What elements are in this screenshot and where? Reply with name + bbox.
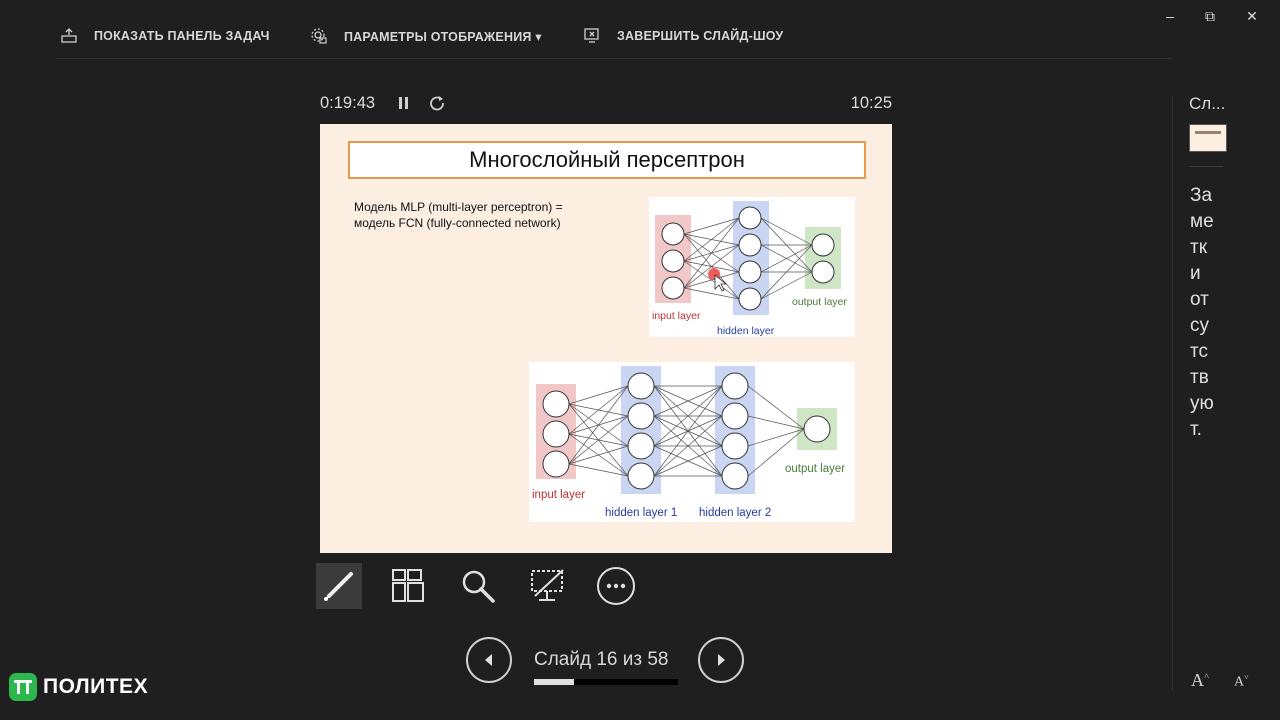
next-slide-thumbnail[interactable] — [1189, 124, 1227, 152]
network-node — [661, 249, 685, 273]
network-edge — [568, 385, 629, 405]
mlp-diagram-two-hidden: input layer hidden layer 1 hidden layer … — [529, 362, 855, 522]
screen-off-icon — [531, 569, 564, 601]
decrease-font-label: A — [1234, 674, 1245, 690]
slide-body: Модель MLP (multi-layer perceptron) = мо… — [354, 199, 604, 231]
show-taskbar-button[interactable]: ПОКАЗАТЬ ПАНЕЛЬ ЗАДАЧ — [60, 20, 270, 52]
network-node — [721, 402, 749, 430]
current-slide: Многослойный персептрон Модель MLP (mult… — [320, 124, 892, 553]
hidden-layer-label: hidden layer — [717, 325, 775, 337]
arrow-left-icon — [485, 654, 492, 666]
slide-counter: Слайд 16 из 58 — [534, 649, 669, 670]
side-panel-divider — [1172, 96, 1173, 690]
taskbar-icon — [61, 28, 77, 43]
slide-progress-fill — [534, 679, 574, 685]
pen-laser-icon — [324, 572, 353, 601]
speaker-notes: Заметки отсутствуют. — [1190, 185, 1214, 440]
network-edge — [683, 217, 740, 235]
increase-font-label: A — [1191, 670, 1204, 690]
network-node — [811, 233, 835, 257]
black-screen-button[interactable] — [524, 563, 570, 609]
network-node — [803, 415, 831, 443]
slide-body-line: Модель MLP (multi-layer perceptron) = — [354, 200, 563, 214]
network-node — [721, 372, 749, 400]
elapsed-timer: 0:19:43 — [320, 94, 376, 112]
zoom-button[interactable] — [455, 563, 501, 609]
magnifier-icon — [462, 570, 495, 603]
network-node — [627, 462, 655, 490]
decrease-font-button[interactable]: A˅ — [1234, 673, 1249, 691]
output-layer-label: output layer — [792, 296, 847, 308]
network-edge — [747, 428, 805, 447]
input-layer-label: input layer — [652, 310, 701, 322]
current-time: 10:25 — [850, 94, 892, 112]
network-edge — [568, 445, 629, 465]
next-slide-label: Сл... — [1189, 94, 1226, 113]
all-slides-icon — [392, 569, 424, 602]
see-all-slides-button[interactable] — [385, 563, 431, 609]
minimize-button[interactable]: – — [1158, 8, 1182, 24]
mlp-network-graphic: input layer hidden layer output layer — [652, 201, 847, 337]
network-node — [627, 402, 655, 430]
network-node — [738, 260, 762, 284]
display-settings-button[interactable]: ПАРАМЕТРЫ ОТОБРАЖЕНИЯ ▾ — [310, 20, 542, 52]
slide-progress-bar — [534, 679, 678, 685]
politeh-logo-icon — [9, 673, 37, 701]
mlp-network-graphic-2: input layer hidden layer 1 hidden layer … — [532, 366, 845, 519]
mlp-diagram-small: input layer hidden layer output layer — [649, 197, 855, 337]
arrow-right-icon — [718, 654, 725, 666]
network-node — [542, 390, 570, 418]
network-node — [661, 276, 685, 300]
presenter-toolbar: ПОКАЗАТЬ ПАНЕЛЬ ЗАДАЧ ПАРАМЕТРЫ ОТОБРАЖЕ… — [56, 20, 1280, 52]
previous-slide-button[interactable] — [466, 637, 512, 683]
network-node — [738, 233, 762, 257]
end-slideshow-label: ЗАВЕРШИТЬ СЛАЙД-ШОУ — [617, 29, 784, 43]
display-settings-label: ПАРАМЕТРЫ ОТОБРАЖЕНИЯ ▾ — [344, 29, 542, 44]
restore-button[interactable]: ⧉ — [1198, 8, 1222, 25]
network-node — [542, 450, 570, 478]
input-layer-label: input layer — [532, 489, 585, 501]
network-edge — [568, 385, 629, 465]
pen-tool-button[interactable] — [316, 563, 362, 609]
toolbar-divider — [56, 58, 1172, 59]
network-node — [542, 420, 570, 448]
end-show-icon — [584, 28, 599, 43]
hidden-layer-1-label: hidden layer 1 — [605, 507, 677, 519]
slide-title: Многослойный персептрон — [348, 141, 866, 179]
network-node — [811, 260, 835, 284]
close-button[interactable]: ✕ — [1240, 8, 1264, 25]
network-node — [738, 287, 762, 311]
politeh-logo: ПОЛИТЕХ — [9, 673, 148, 701]
politeh-logo-text: ПОЛИТЕХ — [43, 675, 149, 698]
network-node — [738, 206, 762, 230]
output-layer-label: output layer — [785, 463, 845, 475]
increase-font-button[interactable]: A˄ — [1191, 670, 1209, 691]
network-node — [661, 222, 685, 246]
settings-gear-icon — [311, 28, 327, 44]
restart-timer-icon[interactable] — [428, 94, 446, 112]
more-icon — [597, 567, 635, 605]
slide-body-line: модель FCN (fully-connected network) — [354, 216, 561, 230]
next-slide-button[interactable] — [698, 637, 744, 683]
show-taskbar-label: ПОКАЗАТЬ ПАНЕЛЬ ЗАДАЧ — [94, 29, 270, 43]
notes-divider — [1189, 166, 1223, 167]
network-node — [721, 432, 749, 460]
network-node — [627, 372, 655, 400]
hidden-layer-2-label: hidden layer 2 — [699, 507, 771, 519]
end-slideshow-button[interactable]: ЗАВЕРШИТЬ СЛАЙД-ШОУ — [583, 20, 783, 52]
network-node — [627, 432, 655, 460]
pause-icon[interactable] — [397, 94, 411, 112]
network-node — [721, 462, 749, 490]
more-options-button[interactable] — [593, 563, 639, 609]
